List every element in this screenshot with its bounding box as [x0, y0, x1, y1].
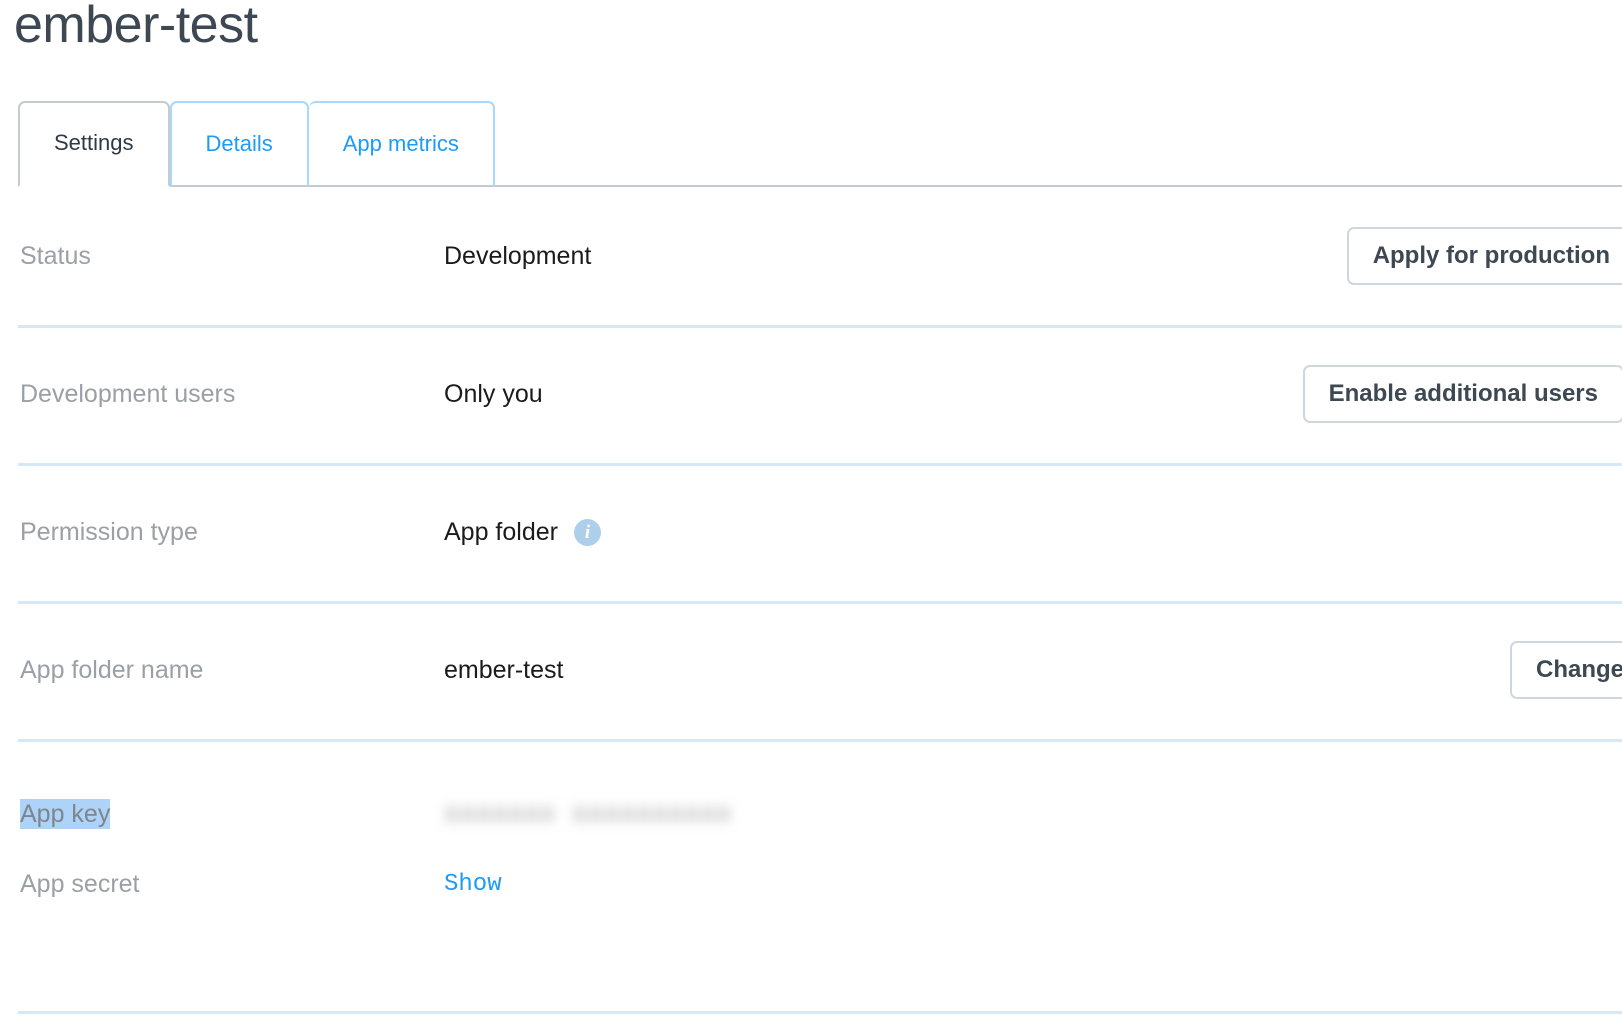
- row-development-users-value-cell: Only you: [444, 380, 1303, 409]
- tab-settings[interactable]: Settings: [18, 101, 170, 187]
- row-development-users-action: Enable additional users: [1302, 365, 1622, 423]
- show-app-secret-link[interactable]: Show: [444, 871, 502, 898]
- app-secret-label: App secret: [20, 869, 140, 898]
- row-development-users-label: Development users: [20, 379, 236, 408]
- row-app-folder-name: App folder name ember-test Change: [0, 601, 1622, 739]
- row-status-value-cell: Development: [444, 242, 1347, 271]
- development-users-value: Only you: [444, 379, 543, 408]
- row-app-folder-name-value-cell: ember-test: [444, 656, 1510, 685]
- settings-rows: Status Development Apply for production …: [0, 187, 1622, 943]
- row-development-users-label-cell: Development users: [20, 380, 444, 409]
- enable-additional-users-button[interactable]: Enable additional users: [1302, 365, 1622, 423]
- row-app-credentials: App key xxxxxxx xxxxxxxxxx App secret Sh…: [0, 739, 1622, 943]
- tab-bar: Settings Details App metrics: [0, 101, 1622, 187]
- row-app-folder-name-label-cell: App folder name: [20, 656, 444, 685]
- tab-details[interactable]: Details: [169, 101, 309, 187]
- row-permission-type-label: Permission type: [20, 517, 198, 546]
- app-secret-line: App secret Show: [20, 849, 1622, 919]
- app-secret-label-cell: App secret: [20, 870, 444, 899]
- row-permission-type-label-cell: Permission type: [20, 518, 444, 547]
- row-status-label: Status: [20, 241, 91, 270]
- row-status-label-cell: Status: [20, 242, 444, 271]
- app-key-value: xxxxxxx xxxxxxxxxx: [444, 799, 733, 829]
- app-folder-name-value: ember-test: [444, 655, 564, 684]
- row-permission-type: Permission type App folder i: [0, 463, 1622, 601]
- app-key-line: App key xxxxxxx xxxxxxxxxx: [20, 779, 1622, 849]
- app-key-label-cell: App key: [20, 798, 444, 829]
- row-status-action: Apply for production: [1346, 227, 1622, 285]
- tab-list: Settings Details App metrics: [18, 101, 495, 187]
- row-app-folder-name-action: Change: [1509, 641, 1622, 699]
- page-title: ember-test: [14, 0, 258, 54]
- settings-page: ember-test Settings Details App metrics …: [0, 0, 1622, 1028]
- row-permission-type-value-cell: App folder i: [444, 518, 1622, 547]
- status-value: Development: [444, 241, 592, 270]
- apply-for-production-button[interactable]: Apply for production: [1346, 227, 1622, 285]
- app-credentials-grid: App key xxxxxxx xxxxxxxxxx App secret Sh…: [20, 779, 1622, 919]
- app-key-label: App key: [20, 798, 111, 829]
- bottom-divider: [18, 1011, 1622, 1014]
- permission-type-value: App folder: [444, 517, 558, 546]
- row-status: Status Development Apply for production: [0, 187, 1622, 325]
- row-development-users: Development users Only you Enable additi…: [0, 325, 1622, 463]
- info-icon[interactable]: i: [573, 518, 601, 546]
- tab-app-metrics[interactable]: App metrics: [308, 101, 495, 187]
- row-app-folder-name-label: App folder name: [20, 655, 204, 684]
- change-app-folder-name-button[interactable]: Change: [1509, 641, 1622, 699]
